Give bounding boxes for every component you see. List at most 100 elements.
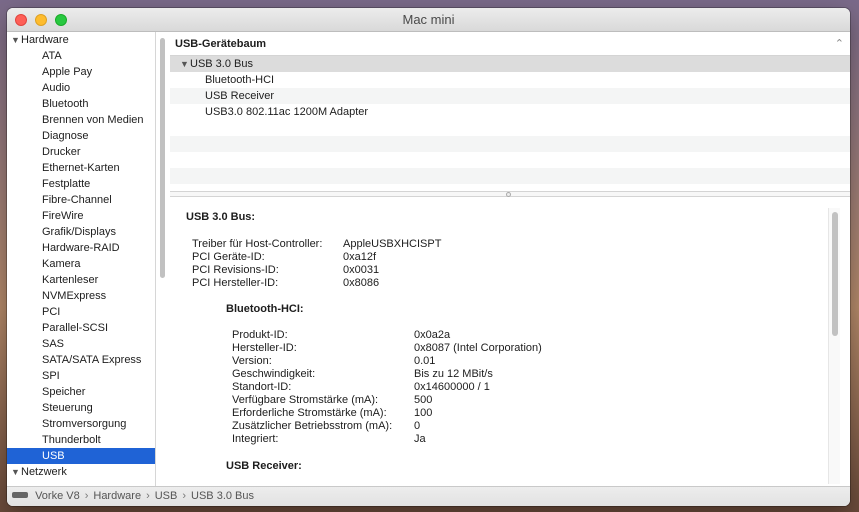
detail-heading: USB 3.0 Bus: [186,211,256,223]
property-value: 0x0a2a [414,329,451,341]
title-bar: Mac mini [7,8,850,32]
sidebar-item-brennen-von-medien[interactable]: Brennen von Medien [7,112,155,128]
sidebar-item-pci[interactable]: PCI [7,304,155,320]
property-row: Version: 0.01 [186,355,826,368]
property-value: 100 [414,407,433,419]
property-key: Standort-ID: [232,381,292,393]
tree-row[interactable]: ▼USB 3.0 Bus [170,56,850,72]
property-row: Standort-ID: 0x14600000 / 1 [186,381,826,394]
sidebar-item-thunderbolt[interactable]: Thunderbolt [7,432,155,448]
property-value: Bis zu 12 MBit/s [414,368,493,380]
tree-row-empty [170,168,850,184]
property-value: 0x8086 [343,277,380,289]
property-value: AppleUSBXHCISPT [343,238,442,250]
sidebar-item-festplatte[interactable]: Festplatte [7,176,155,192]
sidebar-item-parallel-scsi[interactable]: Parallel-SCSI [7,320,155,336]
sidebar-scrollbar[interactable] [160,38,165,278]
property-row: Integriert: Ja [186,433,826,446]
sidebar-item-drucker[interactable]: Drucker [7,144,155,160]
sidebar-item-ata[interactable]: ATA [7,48,155,64]
property-key: Geschwindigkeit: [232,368,316,380]
tree-row[interactable]: Bluetooth-HCI [170,72,850,88]
breadcrumb-separator: › [146,490,150,502]
detail-scrollbar[interactable] [828,208,840,484]
breadcrumb-item[interactable]: USB [155,487,178,506]
breadcrumb-item[interactable]: Vorke V8 [35,487,80,506]
property-key: Zusätzlicher Betriebsstrom (mA): [232,420,393,432]
disclosure-triangle-icon[interactable]: ▼ [11,464,21,480]
tree-header-label: USB-Gerätebaum [175,38,267,50]
sidebar-item-steuerung[interactable]: Steuerung [7,400,155,416]
sidebar: ▼Hardware ATA Apple Pay Audio Bluetooth Brenn… [7,32,156,486]
property-row: PCI Geräte-ID: 0xa12f [186,251,826,264]
sort-chevron-icon[interactable]: ⌃ [835,32,844,56]
sidebar-item-ethernet-karten[interactable]: Ethernet-Karten [7,160,155,176]
tree-row-label: Bluetooth-HCI [205,74,275,86]
breadcrumb-separator: › [182,490,187,502]
sidebar-group-label: Hardware [21,34,69,46]
tree-row[interactable]: USB3.0 802.11ac 1200M Adapter [170,104,850,120]
sidebar-item-apple-pay[interactable]: Apple Pay [7,64,155,80]
property-row: Produkt-ID: 0x0a2a [186,329,826,342]
property-row: Zusätzlicher Betriebsstrom (mA): 0 [186,420,826,433]
sidebar-item-bluetooth[interactable]: Bluetooth [7,96,155,112]
property-key: Verfügbare Stromstärke (mA): [232,394,379,406]
property-key: Treiber für Host-Controller: [192,238,323,250]
property-key: PCI Hersteller-ID: [192,277,279,289]
tree-row-empty [170,152,850,168]
property-row: PCI Revisions-ID: 0x0031 [186,264,826,277]
tree-row[interactable]: USB Receiver [170,88,850,104]
sidebar-item-sata-sata-express[interactable]: SATA/SATA Express [7,352,155,368]
sidebar-item-grafik-displays[interactable]: Grafik/Displays [7,224,155,240]
breadcrumb-item[interactable]: USB 3.0 Bus [191,487,254,506]
tree-row-label: USB Receiver [205,90,275,102]
property-row: Treiber für Host-Controller: AppleUSBXHCI… [186,238,826,251]
tree-column-header[interactable]: USB-Gerätebaum ⌃ [170,32,850,56]
sidebar-item-hardware-raid[interactable]: Hardware-RAID [7,240,155,256]
sidebar-item-spi[interactable]: SPI [7,368,155,384]
sidebar-item-usb[interactable]: USB [7,448,155,464]
property-value: 0 [414,420,421,432]
sidebar-item-sas[interactable]: SAS [7,336,155,352]
property-key: Integriert: [232,433,279,445]
breadcrumb-separator: › [84,490,89,502]
sidebar-item-diagnose[interactable]: Diagnose [7,128,155,144]
sidebar-item-fibre-channel[interactable]: Fibre-Channel [7,192,155,208]
property-row: Erforderliche Stromstärke (mA): 100 [186,407,826,420]
sidebar-group-hardware[interactable]: ▼Hardware [7,32,155,48]
breadcrumb-item[interactable]: Hardware [93,487,141,506]
sidebar-item-stromversorgung[interactable]: Stromversorgung [7,416,155,432]
property-key: Version: [232,355,272,367]
property-row: Geschwindigkeit: Bis zu 12 MBit/s [186,368,826,381]
detail-scrollbar-thumb[interactable] [832,212,838,336]
tree-row-label: USB 3.0 Bus [190,58,253,70]
tree-row-empty [170,120,850,136]
property-key: Produkt-ID: [232,329,288,341]
splitter-handle-icon[interactable] [506,192,511,197]
sidebar-item-kamera[interactable]: Kamera [7,256,155,272]
disclosure-triangle-icon[interactable]: ▼ [180,56,190,72]
tree-row-empty [170,136,850,152]
sidebar-item-nvmexpress[interactable]: NVMExpress [7,288,155,304]
disclosure-triangle-icon[interactable]: ▼ [11,32,21,48]
sidebar-group-netzwerk[interactable]: ▼Netzwerk [7,464,155,480]
property-row: PCI Hersteller-ID: 0x8086 [186,277,826,290]
property-value: 0x14600000 / 1 [414,381,490,393]
property-value: 0x8087 (Intel Corporation) [414,342,542,354]
sidebar-item-audio[interactable]: Audio [7,80,155,96]
property-row: Hersteller-ID: 0x8087 (Intel Corporation) [186,342,826,355]
sidebar-item-firewire[interactable]: FireWire [7,208,155,224]
usb-device-tree: ▼USB 3.0 Bus Bluetooth-HCI USB Receiver USB… [170,56,850,184]
main-pane: USB-Gerätebaum ⌃ ▼USB 3.0 Bus Bluetooth-H… [170,32,850,486]
property-key: Erforderliche Stromstärke (mA): [232,407,387,419]
property-value: 0.01 [414,355,436,367]
property-value: 0xa12f [343,251,377,263]
sidebar-item-speicher[interactable]: Speicher [7,384,155,400]
sidebar-item-kartenleser[interactable]: Kartenleser [7,272,155,288]
property-value: 500 [414,394,433,406]
pane-splitter[interactable] [170,191,850,197]
property-value: 0x0031 [343,264,380,276]
detail-heading: Bluetooth-HCI: [226,303,304,315]
mac-mini-icon [12,492,28,499]
system-information-window: Mac mini ▼Hardware ATA Apple Pay Audio Bluet… [7,8,850,506]
